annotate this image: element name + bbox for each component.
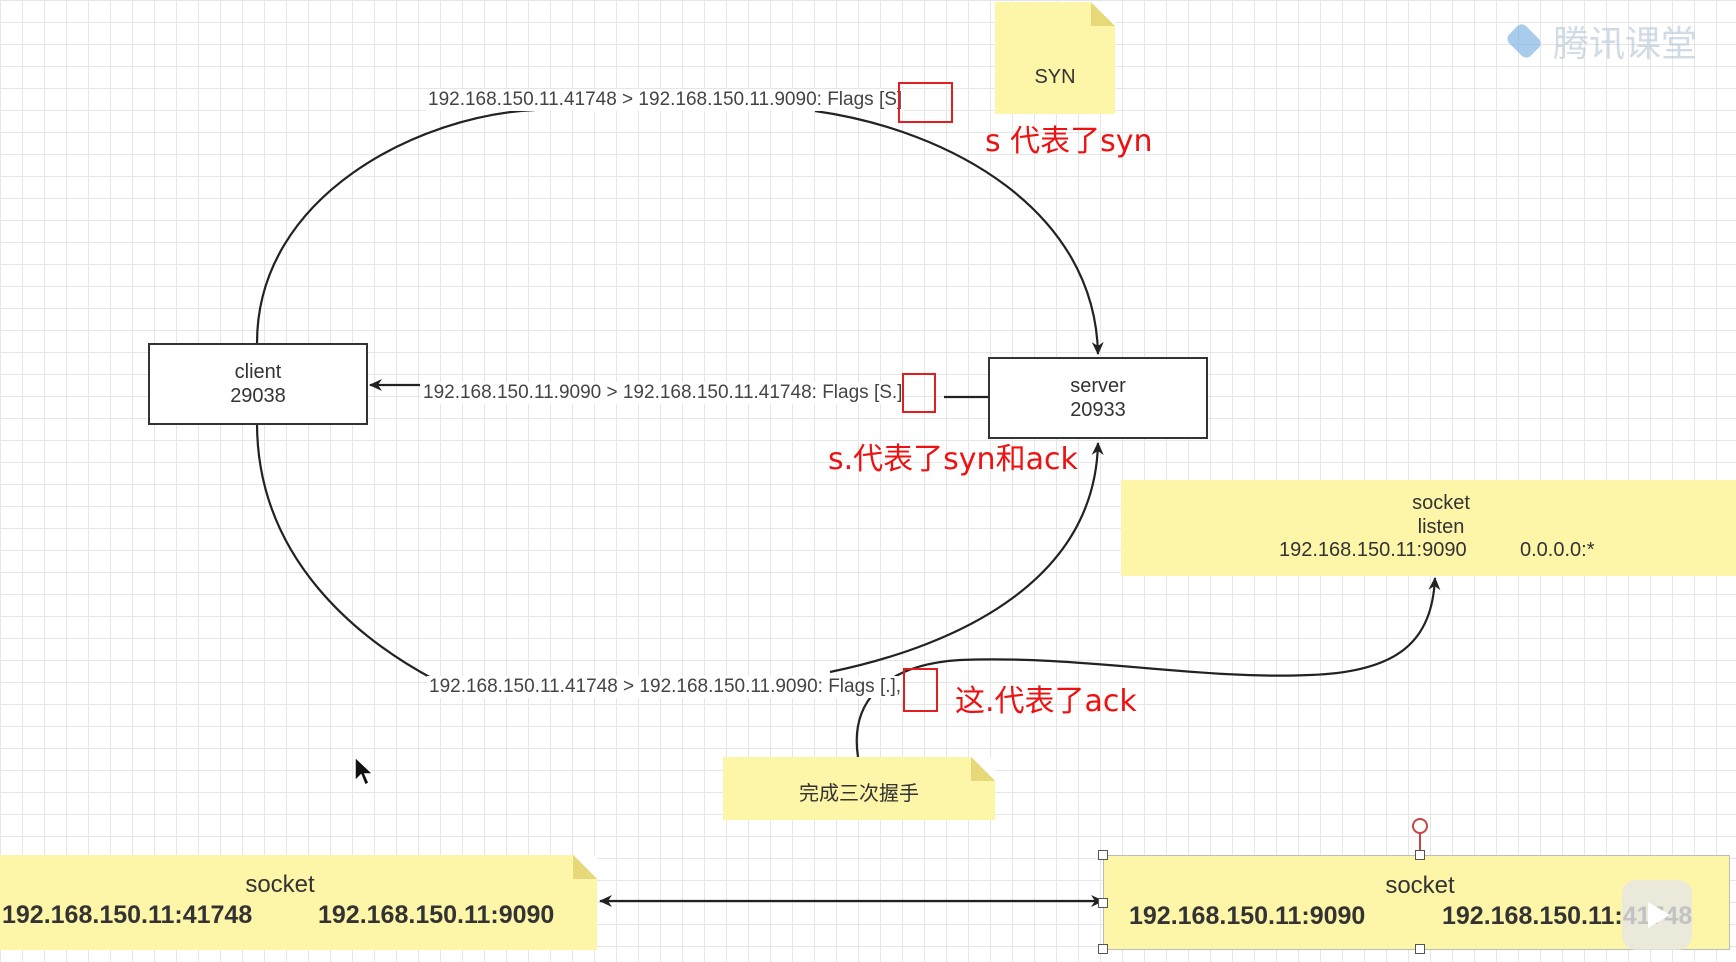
- client-socket-local: 192.168.150.11:41748: [2, 901, 253, 929]
- listen-socket-state: listen: [1417, 516, 1465, 538]
- listen-socket-remote: 0.0.0.0:*: [1520, 539, 1595, 561]
- note-syn[interactable]: SYN: [995, 2, 1115, 114]
- client-socket-title: socket: [245, 871, 315, 898]
- server-socket-title: socket: [1385, 872, 1455, 899]
- note-handshake-text: 完成三次握手: [799, 783, 919, 805]
- edge-handshake-listen: [855, 577, 1441, 758]
- annotation-synack: s.代表了syn和ack: [828, 442, 1078, 477]
- note-client-socket[interactable]: socket 192.168.150.11:41748 192.168.150.…: [0, 855, 597, 950]
- server-node[interactable]: server 20933: [988, 357, 1208, 439]
- watermark-text: 腾讯课堂: [1553, 23, 1698, 64]
- watermark-logo: 腾讯课堂: [1504, 15, 1698, 67]
- resize-handle-left[interactable]: [1098, 898, 1108, 908]
- packet-synack-label: 192.168.150.11.9090 > 192.168.150.11.417…: [421, 382, 905, 404]
- resize-handle-top[interactable]: [1415, 850, 1425, 860]
- packet-ack-flag: [.],: [879, 676, 902, 697]
- client-node-name: client: [234, 361, 282, 383]
- flag-highlight-synack: [902, 373, 936, 413]
- resize-handle-bottom[interactable]: [1415, 944, 1425, 954]
- annotation-syn: s 代表了syn: [985, 124, 1153, 159]
- rotate-handle: [1412, 818, 1428, 834]
- server-node-name: server: [1070, 375, 1126, 397]
- packet-syn-text: 192.168.150.11.41748 > 192.168.150.11.90…: [428, 89, 874, 110]
- edge-syn: [255, 108, 1098, 354]
- note-handshake[interactable]: 完成三次握手: [723, 757, 995, 820]
- server-socket-local: 192.168.150.11:9090: [1129, 902, 1366, 930]
- annotation-ack: 这.代表了ack: [955, 684, 1137, 719]
- packet-ack-label: 192.168.150.11.41748 > 192.168.150.11.90…: [427, 676, 904, 698]
- listen-socket-title: socket: [1412, 492, 1470, 514]
- flag-highlight-syn: [898, 82, 953, 123]
- resize-handle-bottom-left[interactable]: [1098, 944, 1108, 954]
- packet-synack-text: 192.168.150.11.9090 > 192.168.150.11.417…: [423, 382, 869, 403]
- server-node-pid: 20933: [1070, 399, 1126, 421]
- note-fold: [1091, 2, 1115, 26]
- note-fold: [573, 855, 597, 879]
- client-node-pid: 29038: [230, 385, 286, 407]
- client-socket-remote: 192.168.150.11:9090: [318, 901, 555, 929]
- packet-syn-label: 192.168.150.11.41748 > 192.168.150.11.90…: [426, 89, 905, 111]
- packet-synack-flag: [S.]: [873, 382, 903, 403]
- note-syn-text: SYN: [1034, 66, 1076, 88]
- cursor-icon: [354, 755, 375, 787]
- flag-highlight-ack: [903, 668, 938, 712]
- watermark-logo-icon: [1504, 21, 1544, 61]
- client-node[interactable]: client 29038: [148, 343, 368, 425]
- resize-handle-top-left[interactable]: [1098, 850, 1108, 860]
- note-listen-socket[interactable]: socket listen 192.168.150.11:9090 0.0.0.…: [1121, 480, 1736, 576]
- video-badge-icon[interactable]: [1622, 880, 1692, 950]
- listen-socket-local: 192.168.150.11:9090: [1279, 539, 1467, 561]
- play-icon: [1648, 902, 1670, 928]
- packet-ack-text: 192.168.150.11.41748 > 192.168.150.11.90…: [429, 676, 875, 697]
